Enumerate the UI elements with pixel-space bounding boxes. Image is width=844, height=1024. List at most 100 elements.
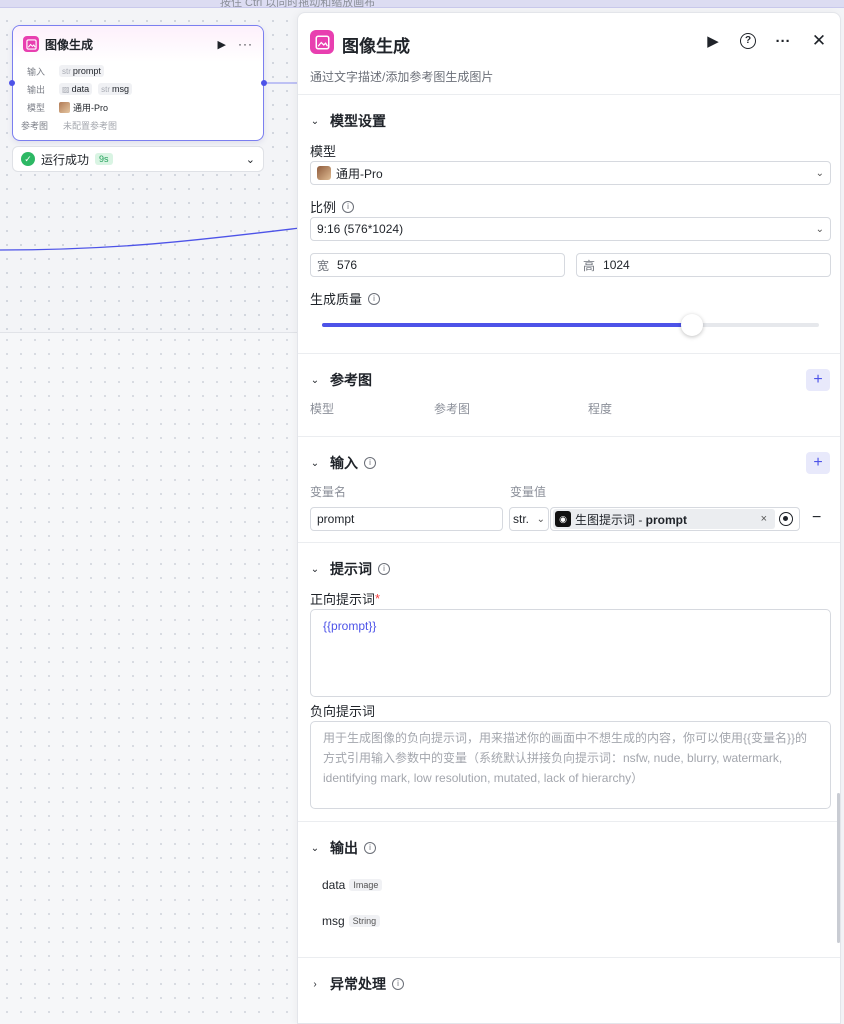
chevron-down-icon[interactable]: ⌄	[310, 116, 320, 127]
reference-header[interactable]: ⌄ 参考图	[310, 370, 372, 390]
more-button[interactable]: ···	[774, 33, 792, 50]
ref-node-name: 生图提示词 -	[575, 512, 646, 527]
node-output-tag-data: ▨ data	[59, 83, 93, 95]
positive-prompt-label: 正向提示词 *	[310, 589, 380, 608]
node-title: 图像生成	[45, 37, 94, 52]
height-value: 1024	[603, 258, 630, 272]
run-time-badge: 9s	[95, 153, 113, 165]
exception-header[interactable]: › 异常处理 i	[310, 974, 404, 994]
chevron-down-icon: ⌄	[815, 167, 824, 179]
tag-type: str	[101, 84, 110, 94]
ratio-select-value: 9:16 (576*1024)	[317, 222, 404, 236]
model-label-text: 模型	[310, 144, 337, 159]
model-select[interactable]: 通用-Pro ⌄	[310, 161, 831, 185]
clear-icon[interactable]: ×	[761, 513, 767, 525]
width-value: 576	[337, 258, 358, 272]
model-avatar	[317, 166, 331, 180]
chevron-down-icon[interactable]: ⌄	[310, 843, 320, 854]
positive-prompt-value: {{prompt}}	[323, 619, 377, 633]
node-output-label: 输出	[26, 84, 45, 95]
node-more-button[interactable]: ···	[238, 37, 253, 51]
ref-col-degree: 程度	[588, 402, 613, 416]
exception-title: 异常处理	[330, 976, 386, 992]
output-name: data	[322, 878, 346, 892]
negative-prompt-textarea[interactable]: 用于生成图像的负向提示词，用来描述你的画面中不想生成的内容，你可以使用{{变量名…	[310, 721, 831, 809]
var-value-ref[interactable]: ◉ 生图提示词 - prompt ×	[550, 507, 800, 531]
negative-label-text: 负向提示词	[310, 704, 376, 719]
node-model-value: 通用-Pro	[73, 102, 109, 113]
node-model-label: 模型	[26, 102, 45, 113]
remove-input-button[interactable]: −	[812, 509, 821, 527]
info-icon[interactable]: i	[364, 457, 376, 469]
tag-name: prompt	[72, 66, 101, 76]
tag-name: msg	[111, 84, 129, 94]
node-output-port[interactable]	[261, 80, 267, 86]
ratio-label: 比例 i	[310, 197, 355, 216]
node-output-row: 输出 ▨ data str msg	[13, 80, 263, 98]
var-name-value: prompt	[317, 512, 355, 526]
input-col-name: 变量名	[310, 485, 347, 499]
node-output-tag-msg: str msg	[98, 83, 132, 95]
negative-prompt-placeholder: 用于生成图像的负向提示词，用来描述你的画面中不想生成的内容，你可以使用{{变量名…	[323, 731, 808, 785]
output-title: 输出	[330, 840, 358, 856]
output-type: String	[348, 915, 381, 927]
prompt-section: ⌄ 提示词 i 正向提示词 * {{prompt}} 负向提示词 用于生成图像的负向…	[298, 543, 840, 822]
prompt-title: 提示词	[330, 561, 372, 577]
model-settings-header[interactable]: ⌄ 模型设置	[310, 111, 386, 131]
output-section: ⌄ 输出 i data Image msg String	[298, 822, 840, 958]
input-col-value: 变量值	[510, 485, 547, 499]
info-icon[interactable]: i	[392, 978, 404, 990]
ratio-label-text: 比例	[310, 200, 337, 215]
prompt-header[interactable]: ⌄ 提示词 i	[310, 559, 390, 579]
positive-label-text: 正向提示词	[310, 592, 376, 607]
output-name: msg	[322, 914, 345, 928]
input-header[interactable]: ⌄ 输入 i	[310, 453, 376, 473]
width-prefix: 宽	[317, 258, 330, 273]
node-input-port[interactable]	[9, 80, 15, 86]
add-input-button[interactable]: +	[806, 452, 830, 474]
tag-type: str	[62, 66, 71, 76]
run-status-bar[interactable]: ✓ 运行成功 9s ⌄	[12, 146, 264, 172]
info-icon[interactable]: i	[368, 292, 381, 305]
target-icon[interactable]	[779, 512, 793, 526]
node-config-panel: 图像生成 ▶ ? ··· ✕ 通过文字描述/添加参考图生成图片 ⌄ 模型设置 模…	[297, 12, 841, 1024]
run-button[interactable]: ▶	[704, 32, 722, 50]
canvas-area	[0, 332, 300, 1024]
quality-label-text: 生成质量	[310, 292, 363, 307]
var-name-input[interactable]: prompt	[310, 507, 503, 531]
width-input[interactable]: 宽 576	[310, 253, 565, 277]
close-icon[interactable]: ✕	[810, 31, 828, 51]
chevron-down-icon[interactable]: ⌄	[246, 153, 255, 166]
var-type-select[interactable]: str. ⌄	[509, 507, 549, 531]
info-icon[interactable]: i	[342, 200, 355, 213]
help-icon[interactable]: ?	[740, 33, 756, 49]
ref-col-model: 模型	[310, 402, 335, 416]
chevron-down-icon[interactable]: ⌄	[310, 564, 320, 575]
info-icon[interactable]: i	[364, 842, 376, 854]
chevron-right-icon[interactable]: ›	[310, 979, 320, 990]
positive-prompt-textarea[interactable]: {{prompt}}	[310, 609, 831, 697]
output-item-msg: msg String	[322, 914, 381, 928]
output-header[interactable]: ⌄ 输出 i	[310, 838, 376, 858]
info-icon[interactable]: i	[378, 563, 390, 575]
chevron-down-icon[interactable]: ⌄	[310, 375, 320, 386]
input-section: ⌄ 输入 i + 变量名 变量值 prompt str. ⌄ ◉ 生图提示词 - …	[298, 437, 840, 543]
canvas-hint-text: 按住 Ctrl 以同时拖动和缩放画布	[220, 0, 376, 8]
panel-scrollbar[interactable]	[837, 793, 840, 943]
ref-var-name: prompt	[645, 512, 687, 527]
node-run-button[interactable]: ▶	[218, 38, 226, 51]
output-item-data: data Image	[322, 878, 383, 892]
add-reference-button[interactable]: +	[806, 369, 830, 391]
panel-title: 图像生成	[342, 37, 410, 56]
chevron-down-icon[interactable]: ⌄	[310, 458, 320, 469]
quality-slider-handle[interactable]	[681, 314, 704, 336]
node-input-label: 输入	[26, 66, 45, 77]
node-ref-value: 未配置参考图	[63, 120, 118, 131]
height-input[interactable]: 高 1024	[576, 253, 831, 277]
check-circle-icon: ✓	[21, 152, 35, 166]
quality-slider[interactable]	[322, 314, 819, 336]
model-select-value: 通用-Pro	[336, 166, 383, 181]
ratio-select[interactable]: 9:16 (576*1024) ⌄	[310, 217, 831, 241]
image-generation-node[interactable]: 图像生成 ▶ ··· 输入 str prompt 输出 ▨ data str msg …	[9, 25, 267, 141]
bot-icon: ◉	[555, 511, 571, 527]
